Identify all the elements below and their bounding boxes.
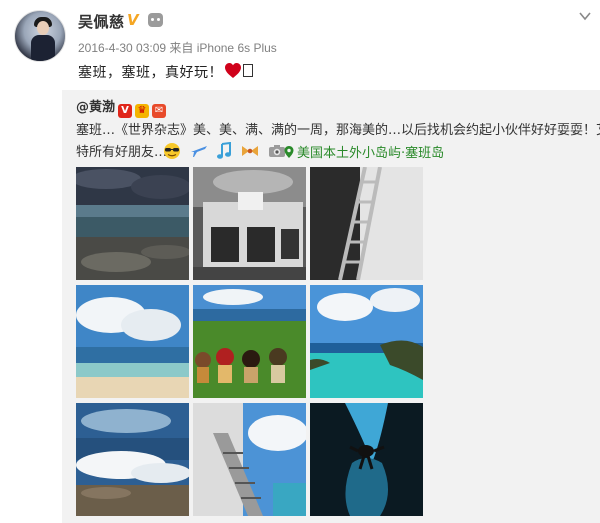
post-meta: 2016-4-30 03:09 来自 iPhone 6s Plus (78, 41, 277, 55)
v-badge-icon: V (127, 11, 139, 29)
repost-card: @黄渤 V ♛ ✉ 塞班…《世界杂志》美、美、满、满的一周，那海美的…以后找机会约起小… (62, 90, 600, 523)
photo-boat-stairs[interactable] (193, 403, 306, 516)
avatar[interactable] (14, 10, 66, 62)
post-text: 塞班，塞班，真好玩！ (78, 65, 223, 81)
photo-stormy-beach[interactable] (76, 167, 189, 280)
photo-figurines-grass-image (193, 285, 306, 398)
photo-boat-stairs-image (193, 403, 306, 516)
repost-text-line-2: 特所有好朋友… (76, 145, 168, 160)
photo-bw-ladder[interactable] (310, 167, 423, 280)
photo-stormy-beach-image (76, 167, 189, 280)
location-pin-icon (284, 146, 294, 158)
photo-beach-clouds-image (76, 285, 189, 398)
crown-emoji-icon: ♛ (135, 104, 150, 118)
heart-icon (225, 63, 241, 78)
airplane-emoji-icon (191, 145, 208, 157)
photo-figurines-grass[interactable] (193, 285, 306, 398)
repost-mention-line: @黄渤 V ♛ ✉ (76, 96, 167, 118)
photo-crashing-waves[interactable] (76, 403, 189, 516)
photo-crashing-waves-image (76, 403, 189, 516)
mention-link[interactable]: @黄渤 (76, 100, 115, 115)
avatar-suit (31, 35, 55, 61)
bow-emoji-icon (242, 145, 259, 156)
photo-bw-boat-cabin[interactable] (193, 167, 306, 280)
photo-underwater-cave-diver-image (310, 403, 423, 516)
location-text: 美国本土外小岛屿·塞班岛 (297, 146, 445, 161)
photo-turquoise-cove-image (310, 285, 423, 398)
photo-bw-boat-cabin-image (193, 167, 306, 280)
photo-underwater-cave-diver[interactable] (310, 403, 423, 516)
emoji-row (162, 140, 289, 160)
repost-text-line-1: 塞班…《世界杂志》美、美、满、满的一周，那海美的…以后找机会约起小伙伴好好耍耍！… (76, 123, 600, 138)
avatar-face (37, 21, 49, 35)
photo-bw-ladder-image (310, 167, 423, 280)
unknown-glyph-icon (243, 64, 253, 77)
envelope-emoji-icon: ✉ (152, 104, 167, 118)
post-header: 吴佩慈 V 2016-4-30 03:09 来自 iPhone 6s Plus … (0, 0, 600, 90)
photo-turquoise-cove[interactable] (310, 285, 423, 398)
photo-beach-clouds[interactable] (76, 285, 189, 398)
chevron-down-icon[interactable] (578, 9, 592, 23)
author-name[interactable]: 吴佩慈 (78, 11, 125, 32)
location-link[interactable]: 美国本土外小岛屿·塞班岛 (284, 142, 444, 161)
music-note-emoji-icon (217, 141, 232, 159)
robot-icon (148, 13, 163, 27)
cool-face-emoji-icon (164, 142, 180, 159)
v-badge-icon: V (118, 104, 133, 118)
